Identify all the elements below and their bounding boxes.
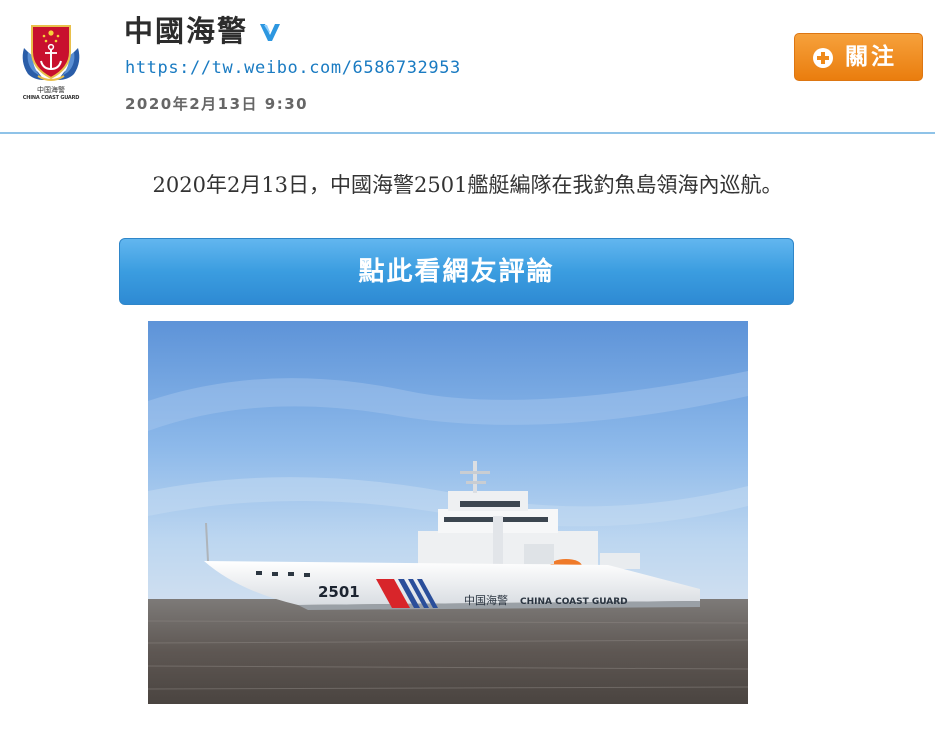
hull-number-text: 2501 (318, 583, 360, 601)
hull-text-cn: 中国海警 (464, 593, 508, 607)
post-header: 中国海警 CHINA COAST GUARD 中國海警 https://tw.w… (0, 0, 935, 133)
account-name[interactable]: 中國海警 (124, 12, 248, 50)
view-comments-label: 點此看網友評論 (358, 257, 555, 287)
plus-circle-icon (813, 48, 833, 68)
logo-caption-cn: 中国海警 (37, 86, 65, 94)
china-coast-guard-logo[interactable]: 中国海警 CHINA COAST GUARD (18, 18, 84, 108)
post-text: 2020年2月13日，中國海警2501艦艇編隊在我釣魚島領海內巡航。 (152, 173, 783, 197)
view-comments-button[interactable]: 點此看網友評論 (119, 238, 794, 305)
coast-guard-ship-photo: 2501 中国海警 CHINA COAST GUARD (148, 321, 748, 704)
account-url-link[interactable]: https://tw.weibo.com/6586732953 (125, 57, 461, 79)
follow-button-label: 關注 (845, 44, 897, 70)
hull-text-en: CHINA COAST GUARD (520, 597, 628, 607)
header-divider (0, 132, 935, 134)
follow-button[interactable]: 關注 (794, 33, 923, 81)
logo-caption-en: CHINA COAST GUARD (22, 95, 80, 101)
verified-v-icon (260, 24, 280, 41)
post-timestamp: 2020年2月13日 9:30 (125, 95, 309, 113)
